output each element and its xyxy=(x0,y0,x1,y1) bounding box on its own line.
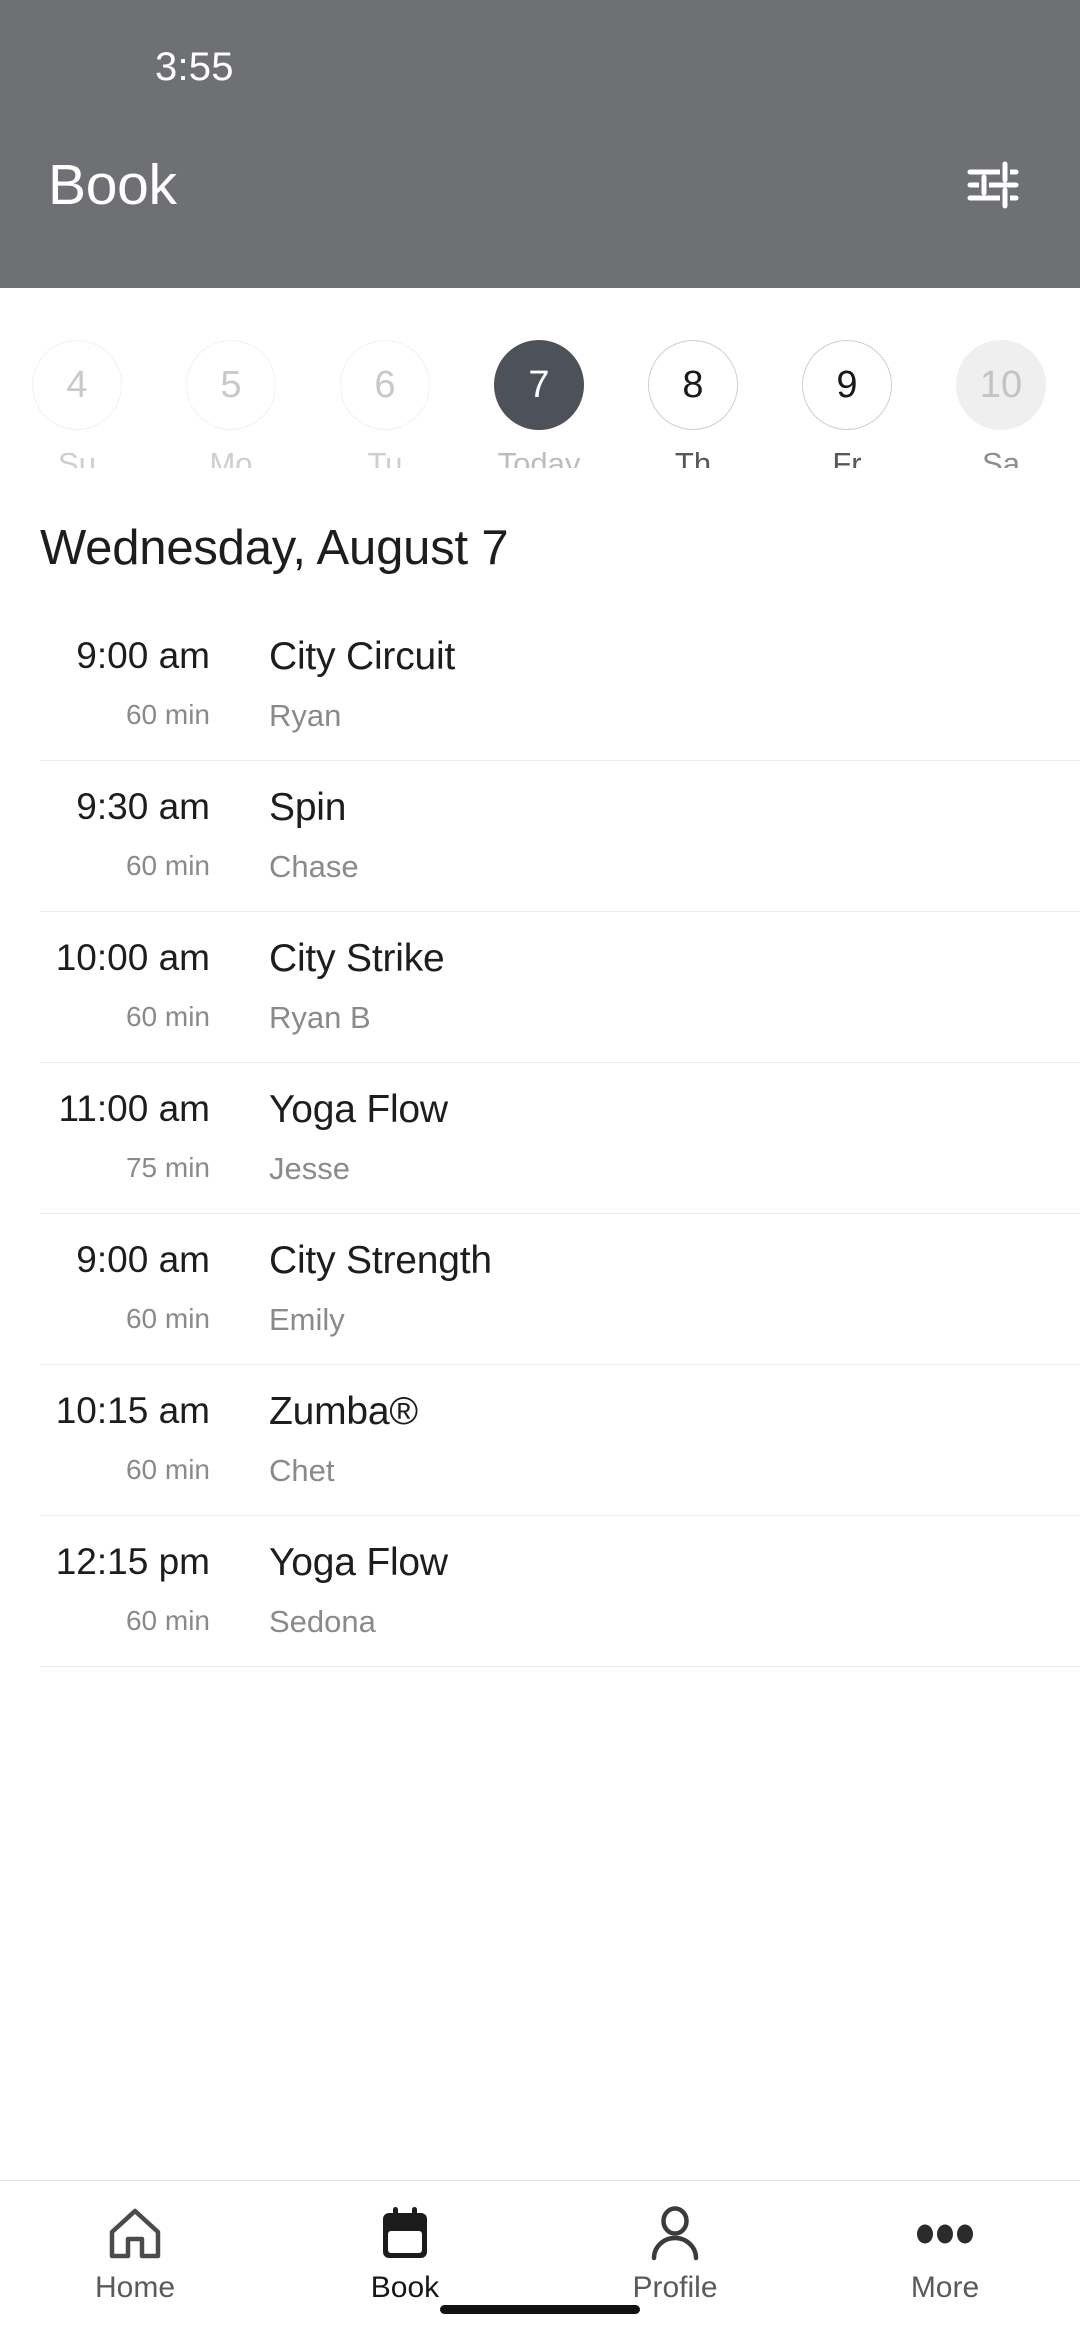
class-row[interactable]: 10:00 am 60 min City Strike Ryan B xyxy=(40,912,1080,1063)
date-weekday-label: Th xyxy=(674,446,712,468)
class-time-column: 9:00 am 60 min xyxy=(40,1238,210,1336)
class-instructor: Ryan B xyxy=(269,999,371,1035)
date-weekday-label: Tu xyxy=(367,446,403,468)
date-selector-strip[interactable]: 4 Su 5 Mo 6 Tu 7 Today 8 Th 9 Fr 10 Sa xyxy=(0,288,1080,468)
app-bar: Book xyxy=(0,120,1080,250)
class-info-column: Spin Chase xyxy=(210,785,1080,885)
home-indicator xyxy=(440,2305,640,2314)
class-time: 12:15 pm xyxy=(55,1540,210,1582)
page-title: Book xyxy=(48,153,177,217)
class-duration: 60 min xyxy=(125,1001,210,1033)
class-name: City Strength xyxy=(269,1238,492,1282)
class-name: City Circuit xyxy=(269,635,456,678)
date-weekday-label: Mo xyxy=(209,446,253,468)
nav-label-more: More xyxy=(910,2271,980,2304)
date-number: 7 xyxy=(494,340,584,430)
date-cell-9[interactable]: 9 Fr xyxy=(770,340,924,468)
class-row[interactable]: 9:00 am 60 min City Circuit Ryan xyxy=(40,620,1080,761)
home-icon xyxy=(107,2203,163,2265)
class-time-column: 9:30 am 60 min xyxy=(40,785,210,883)
class-time-column: 11:00 am 75 min xyxy=(40,1087,210,1185)
class-time: 10:00 am xyxy=(55,936,210,978)
class-time-column: 10:00 am 60 min xyxy=(40,936,210,1034)
class-time: 10:15 am xyxy=(55,1389,210,1431)
date-cell-8[interactable]: 8 Th xyxy=(616,340,770,468)
date-cell-10[interactable]: 10 Sa xyxy=(924,340,1078,468)
class-time-column: 12:15 pm 60 min xyxy=(40,1540,210,1638)
status-bar-time: 3:55 xyxy=(155,44,234,89)
class-instructor: Chase xyxy=(269,848,359,884)
class-duration: 60 min xyxy=(125,850,210,882)
class-info-column: City Strength Emily xyxy=(210,1238,1080,1338)
class-name: City Strike xyxy=(269,936,445,980)
class-row[interactable]: 10:15 am 60 min Zumba® Chet xyxy=(40,1365,1080,1516)
date-weekday-label: Fr xyxy=(832,446,862,468)
class-info-column: Yoga Flow Jesse xyxy=(210,1087,1080,1187)
class-instructor: Chet xyxy=(269,1452,335,1488)
app-screen: 3:55 Book 4 Su 5 Mo 6 Tu 7 Today 8 Th 9 … xyxy=(0,0,1080,2340)
class-instructor: Emily xyxy=(269,1301,345,1337)
bottom-navigation-bar: Home Book Profile More xyxy=(0,2180,1080,2340)
ellipsis-icon xyxy=(916,2203,974,2265)
class-info-column: City Circuit Ryan xyxy=(210,634,1080,734)
class-name: Spin xyxy=(269,785,347,829)
date-cell-6[interactable]: 6 Tu xyxy=(308,340,462,468)
class-info-column: Zumba® Chet xyxy=(210,1389,1080,1489)
date-cell-4[interactable]: 4 Su xyxy=(0,340,154,468)
nav-item-book[interactable]: Book xyxy=(270,2203,540,2305)
class-name: Yoga Flow xyxy=(269,1540,448,1584)
class-duration: 60 min xyxy=(125,699,210,731)
calendar-icon xyxy=(379,2203,431,2265)
nav-label-profile: Profile xyxy=(632,2271,718,2304)
date-weekday-label: Today xyxy=(497,446,581,468)
class-instructor: Sedona xyxy=(269,1603,376,1639)
class-row[interactable]: 9:00 am 60 min City Strength Emily xyxy=(40,1214,1080,1365)
date-number: 6 xyxy=(340,340,430,430)
nav-item-profile[interactable]: Profile xyxy=(540,2203,810,2305)
date-number: 4 xyxy=(32,340,122,430)
class-time: 9:00 am xyxy=(76,1238,210,1280)
class-name: Zumba® xyxy=(269,1389,418,1433)
class-duration: 75 min xyxy=(125,1152,210,1184)
class-schedule-list: 9:00 am 60 min City Circuit Ryan 9:30 am… xyxy=(0,620,1080,2180)
class-instructor: Ryan xyxy=(269,697,342,733)
class-info-column: Yoga Flow Sedona xyxy=(210,1540,1080,1640)
class-row[interactable]: 11:00 am 75 min Yoga Flow Jesse xyxy=(40,1063,1080,1214)
class-duration: 60 min xyxy=(125,1454,210,1486)
nav-label-book: Book xyxy=(370,2271,440,2304)
date-weekday-label: Sa xyxy=(982,446,1020,468)
class-duration: 60 min xyxy=(125,1605,210,1637)
date-number: 10 xyxy=(956,340,1046,430)
date-number: 8 xyxy=(648,340,738,430)
class-duration: 60 min xyxy=(125,1303,210,1335)
date-cell-7-today-selected[interactable]: 7 Today xyxy=(462,340,616,468)
class-row[interactable]: 9:30 am 60 min Spin Chase xyxy=(40,761,1080,912)
class-row[interactable]: 12:15 pm 60 min Yoga Flow Sedona xyxy=(40,1516,1080,1667)
class-time-column: 9:00 am 60 min xyxy=(40,634,210,732)
selected-day-heading: Wednesday, August 7 xyxy=(40,521,509,575)
class-instructor: Jesse xyxy=(269,1150,350,1186)
class-name: Yoga Flow xyxy=(269,1087,448,1131)
date-cell-5[interactable]: 5 Mo xyxy=(154,340,308,468)
status-bar: 3:55 xyxy=(0,0,1080,120)
class-info-column: City Strike Ryan B xyxy=(210,936,1080,1036)
date-number: 5 xyxy=(186,340,276,430)
class-time: 11:00 am xyxy=(58,1087,210,1129)
app-header: 3:55 Book xyxy=(0,0,1080,288)
person-icon xyxy=(648,2203,702,2265)
class-time: 9:30 am xyxy=(76,785,210,827)
nav-item-home[interactable]: Home xyxy=(0,2203,270,2305)
nav-label-home: Home xyxy=(94,2271,176,2304)
class-time: 9:00 am xyxy=(76,635,210,676)
nav-item-more[interactable]: More xyxy=(810,2203,1080,2305)
filter-sliders-icon[interactable] xyxy=(963,154,1025,216)
date-weekday-label: Su xyxy=(58,446,96,468)
date-number: 9 xyxy=(802,340,892,430)
class-time-column: 10:15 am 60 min xyxy=(40,1389,210,1487)
